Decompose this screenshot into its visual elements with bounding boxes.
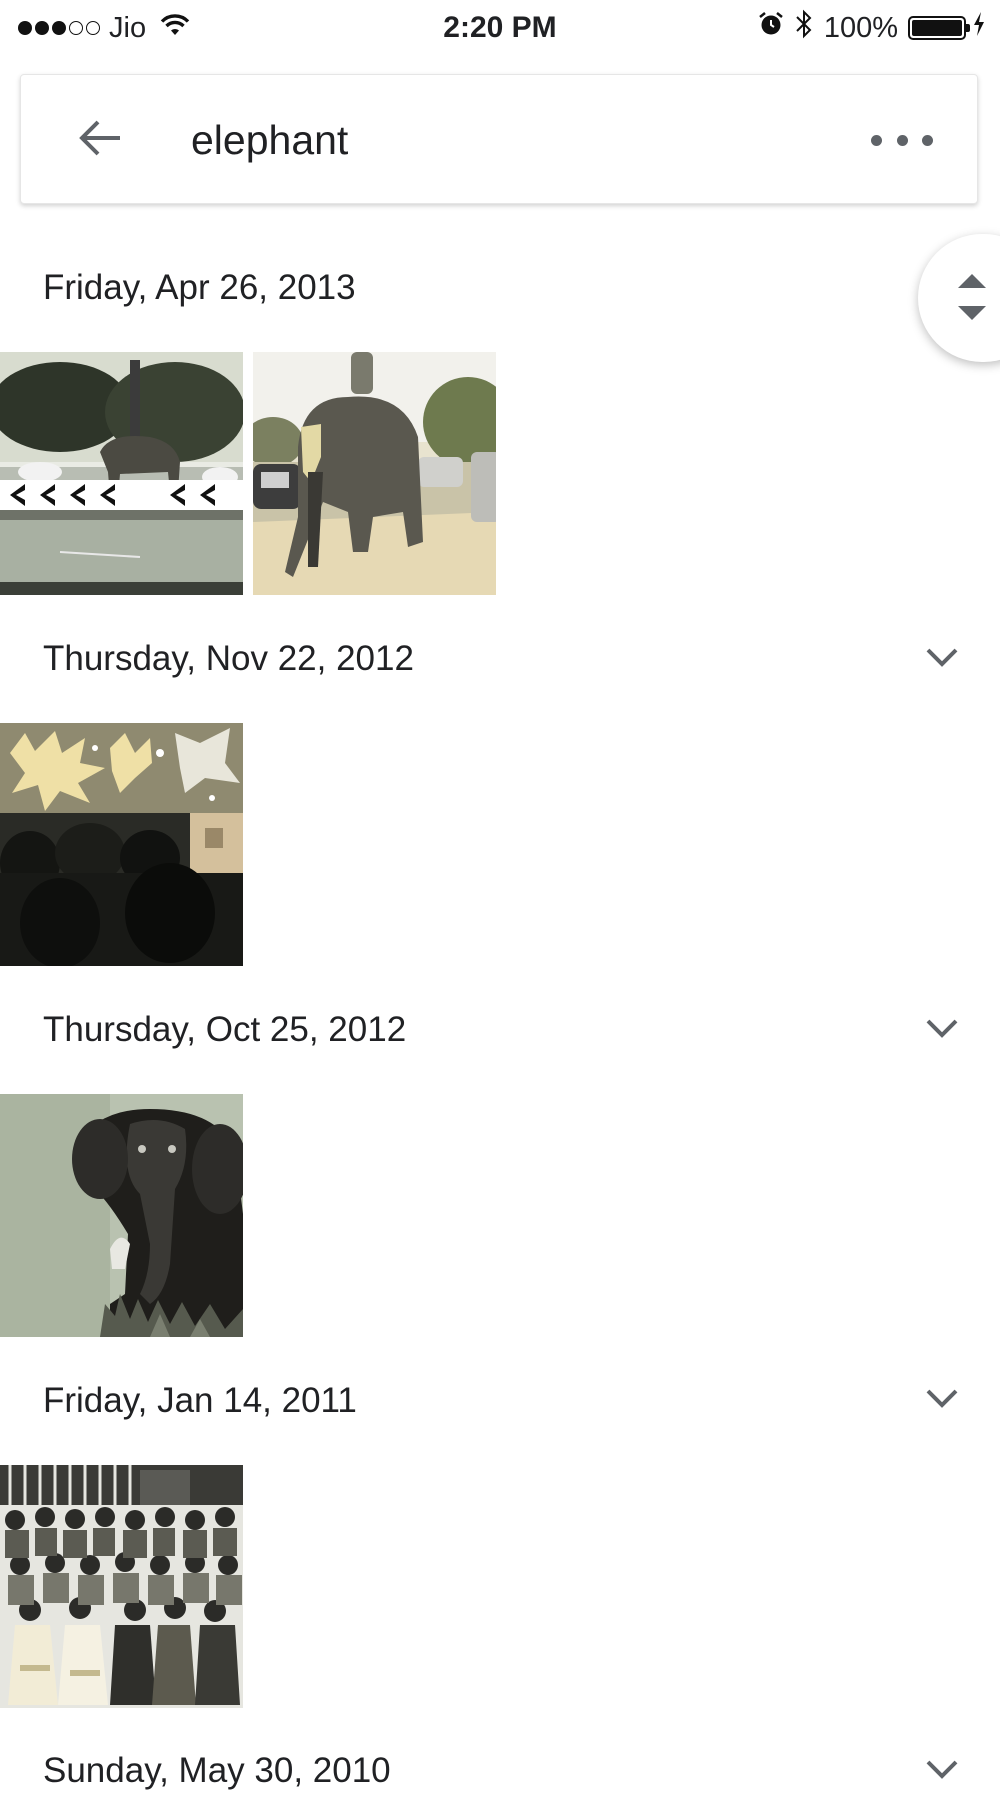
photo-thumbnail[interactable]: [253, 352, 496, 595]
expand-group-button[interactable]: [920, 637, 964, 681]
arrow-back-icon: [78, 119, 122, 162]
date-header: Friday, Apr 26, 2013: [43, 268, 356, 307]
bluetooth-icon: [794, 9, 814, 47]
alarm-icon: [758, 11, 784, 45]
fast-scroll-icon: [958, 274, 986, 288]
date-header: Friday, Jan 14, 2011: [43, 1381, 357, 1420]
chevron-down-icon: [925, 1017, 959, 1044]
chevron-down-icon: [925, 1387, 959, 1414]
more-options-button[interactable]: [871, 125, 933, 155]
back-button[interactable]: [71, 111, 129, 169]
more-horiz-icon: [871, 134, 882, 146]
chevron-down-icon: [925, 646, 959, 673]
battery-icon: [908, 16, 970, 40]
status-bar: Jio 2:20 PM 100%: [0, 0, 1000, 56]
search-bar: [20, 74, 978, 204]
search-input[interactable]: [191, 110, 811, 170]
expand-group-button[interactable]: [920, 1378, 964, 1422]
expand-group-button[interactable]: [920, 1749, 964, 1793]
status-right: 100%: [748, 8, 986, 48]
date-header: Sunday, May 30, 2010: [43, 1751, 391, 1790]
expand-group-button[interactable]: [920, 1008, 964, 1052]
battery-percent: 100%: [823, 11, 898, 44]
fast-scroll-handle[interactable]: [918, 234, 1000, 362]
photo-thumbnail[interactable]: [0, 352, 243, 595]
photo-thumbnail[interactable]: [0, 723, 243, 966]
chevron-down-icon: [925, 1758, 959, 1785]
charging-icon: [972, 11, 986, 45]
date-header: Thursday, Oct 25, 2012: [43, 1010, 407, 1049]
photo-thumbnail[interactable]: [0, 1465, 243, 1708]
date-header: Thursday, Nov 22, 2012: [43, 639, 414, 678]
photo-thumbnail[interactable]: [0, 1094, 243, 1337]
